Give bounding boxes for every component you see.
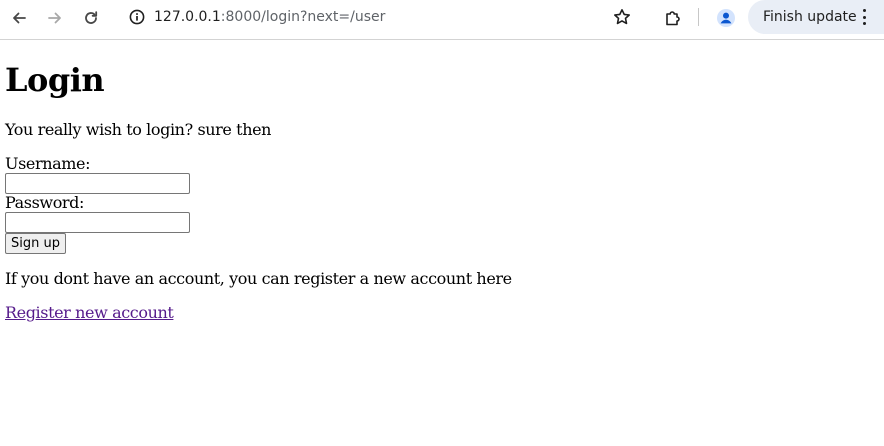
three-dots-icon: [860, 9, 868, 25]
sign-up-button[interactable]: Sign up: [5, 233, 66, 254]
reload-button[interactable]: [77, 4, 105, 32]
intro-text: You really wish to login? sure then: [5, 120, 272, 139]
url-text: 127.0.0.1:8000/login?next=/user: [154, 8, 385, 26]
back-button[interactable]: [5, 4, 33, 32]
username-field[interactable]: [5, 173, 190, 194]
extensions-button[interactable]: [659, 4, 687, 32]
person-icon: [717, 9, 735, 27]
register-note: If you dont have an account, you can reg…: [5, 269, 512, 288]
password-label: Password:: [5, 193, 85, 212]
url-host: 127.0.0.1: [154, 9, 221, 25]
url-path: :8000/login?next=/user: [220, 9, 386, 25]
site-info-button[interactable]: [126, 6, 148, 28]
star-icon: [614, 9, 630, 25]
puzzle-icon: [666, 11, 680, 26]
address-bar[interactable]: 127.0.0.1:8000/login?next=/user: [116, 0, 646, 34]
forward-button[interactable]: [41, 4, 69, 32]
browser-toolbar: 127.0.0.1:8000/login?next=/user Finish u…: [0, 0, 884, 40]
register-link[interactable]: Register new account: [5, 303, 174, 323]
arrow-right-icon: [48, 12, 61, 24]
arrow-left-icon: [13, 12, 26, 24]
finish-update-label: Finish update: [763, 9, 857, 25]
finish-update-button[interactable]: Finish update: [748, 0, 884, 34]
toolbar-divider: [698, 8, 699, 26]
reload-icon: [85, 11, 98, 24]
page-content: Login You really wish to login? sure the…: [0, 41, 884, 446]
password-field[interactable]: [5, 212, 190, 233]
bookmark-button[interactable]: [612, 7, 632, 27]
page-title: Login: [5, 61, 105, 99]
profile-button[interactable]: [712, 4, 740, 32]
info-icon: [129, 9, 145, 25]
username-label: Username:: [5, 154, 91, 173]
